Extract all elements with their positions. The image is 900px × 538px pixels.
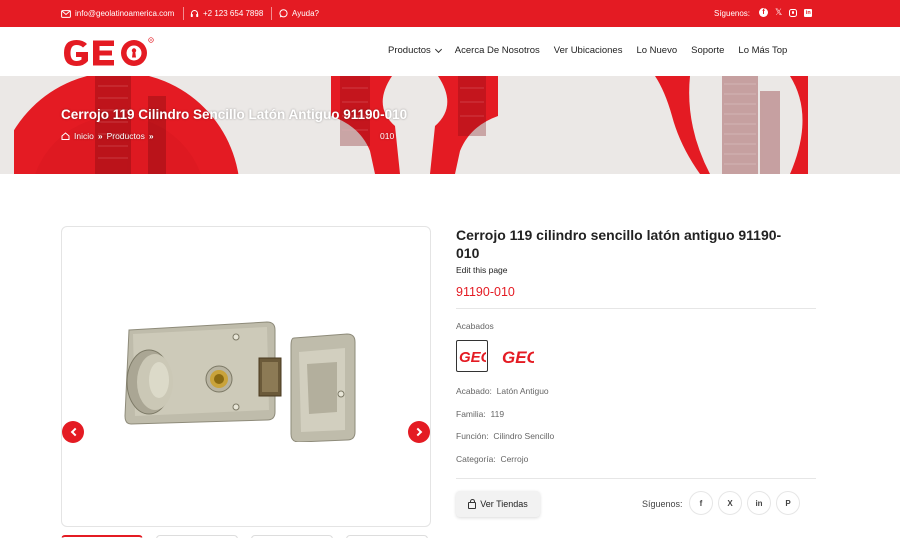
double-chevron-icon: » [148, 131, 154, 141]
nav-productos[interactable]: Productos [388, 45, 442, 56]
divider [183, 7, 184, 20]
spec-value: 119 [490, 409, 505, 419]
email-text: info@geolatinoamerica.com [75, 9, 175, 18]
finish-swatch-selected[interactable]: GEO [456, 340, 488, 372]
linkedin-icon[interactable]: in [804, 8, 813, 17]
spec-acabado: Acabado: Latón Antiguo [456, 386, 549, 396]
shopping-bag-icon [468, 498, 477, 509]
spec-label: Categoría: [456, 454, 496, 464]
instagram-icon[interactable] [789, 8, 798, 17]
svg-text:GEO: GEO [459, 349, 486, 366]
button-label: Ver Tiendas [480, 499, 528, 509]
main-nav: Productos Acerca De Nosotros Ver Ubicaci… [388, 45, 801, 56]
page-banner: Cerrojo 119 Cilindro Sencillo Latón Anti… [0, 76, 900, 174]
product-info: Cerrojo 119 cilindro sencillo latón anti… [456, 226, 816, 299]
spec-label: Acabado: [456, 386, 492, 396]
spec-categoria: Categoría: Cerrojo [456, 454, 528, 464]
ver-tiendas-button[interactable]: Ver Tiendas [456, 491, 540, 517]
share-linkedin-icon[interactable]: in [747, 491, 771, 515]
spec-value: Cilindro Sencillo [493, 431, 555, 441]
facebook-icon[interactable]: f [759, 8, 768, 17]
breadcrumb-home[interactable]: Inicio [74, 131, 94, 141]
breadcrumb: Inicio » Productos » [61, 131, 154, 141]
share-x-icon[interactable]: X [718, 491, 742, 515]
divider [271, 7, 272, 20]
nav-label: Ver Ubicaciones [553, 45, 623, 56]
page-title: Cerrojo 119 Cilindro Sencillo Latón Anti… [61, 107, 408, 122]
help-link[interactable]: Ayuda? [279, 9, 319, 18]
geo-swatch-icon: GEO [459, 349, 486, 366]
share-facebook-icon[interactable]: f [689, 491, 713, 515]
share-pinterest-icon[interactable]: P [776, 491, 800, 515]
edit-link[interactable]: Edit this page [456, 265, 816, 275]
nav-label: Lo Nuevo [636, 45, 678, 56]
geo-swatch-icon: GEO [502, 348, 534, 367]
next-image-button[interactable] [408, 421, 430, 443]
nav-label: Productos [388, 45, 431, 56]
spec-label: Función: [456, 431, 489, 441]
product-gallery [61, 226, 431, 527]
prev-image-button[interactable] [62, 421, 84, 443]
nav-acerca[interactable]: Acerca De Nosotros [455, 45, 540, 56]
chevron-left-icon [70, 427, 79, 437]
divider [456, 308, 816, 309]
chevron-right-icon [413, 427, 422, 437]
nav-ubicaciones[interactable]: Ver Ubicaciones [554, 45, 623, 56]
nav-label: Lo Más Top [738, 45, 788, 56]
geo-logo[interactable]: R [61, 36, 165, 75]
spec-funcion: Función: Cilindro Sencillo [456, 431, 554, 441]
product-sku: 91190-010 [456, 285, 515, 299]
nav-label: Soporte [691, 45, 725, 56]
svg-text:GEO: GEO [502, 348, 534, 367]
headset-icon [190, 10, 199, 17]
spec-value: Latón Antiguo [496, 386, 549, 396]
nav-lo-mas-top[interactable]: Lo Más Top [738, 45, 787, 56]
nav-soporte[interactable]: Soporte [691, 45, 724, 56]
geo-logo-graphic: R [64, 37, 154, 66]
phone-link[interactable]: +2 123 654 7898 [190, 9, 263, 18]
spec-familia: Familia: 119 [456, 409, 504, 419]
nav-label: Acerca De Nosotros [454, 45, 540, 56]
acabados-label: Acabados [456, 321, 494, 331]
divider [456, 478, 816, 479]
share-label: Síguenos: [642, 499, 683, 509]
email-link[interactable]: info@geolatinoamerica.com [61, 9, 174, 18]
x-icon[interactable]: 𝕏 [775, 7, 782, 18]
chevron-down-icon [434, 45, 442, 53]
spec-value: Cerrojo [500, 454, 529, 464]
banner-background [0, 76, 900, 174]
double-chevron-icon: » [97, 131, 103, 141]
spec-label: Familia: [456, 409, 486, 419]
nav-lo-nuevo[interactable]: Lo Nuevo [636, 45, 677, 56]
finish-swatch[interactable]: GEO [502, 340, 534, 372]
top-bar: info@geolatinoamerica.com +2 123 654 789… [0, 0, 900, 27]
follow-label: Síguenos: [714, 9, 751, 18]
help-text: Ayuda? [292, 9, 319, 18]
home-icon [61, 132, 70, 140]
breadcrumb-current: 010 [380, 131, 395, 141]
breadcrumb-products[interactable]: Productos [107, 131, 145, 141]
site-header: R Productos Acerca De Nosotros Ver Ubica… [0, 27, 900, 76]
chat-icon [279, 9, 288, 18]
mail-icon [61, 9, 71, 18]
product-image [124, 321, 356, 442]
phone-text: +2 123 654 7898 [203, 9, 264, 18]
product-title: Cerrojo 119 cilindro sencillo latón anti… [456, 227, 782, 261]
